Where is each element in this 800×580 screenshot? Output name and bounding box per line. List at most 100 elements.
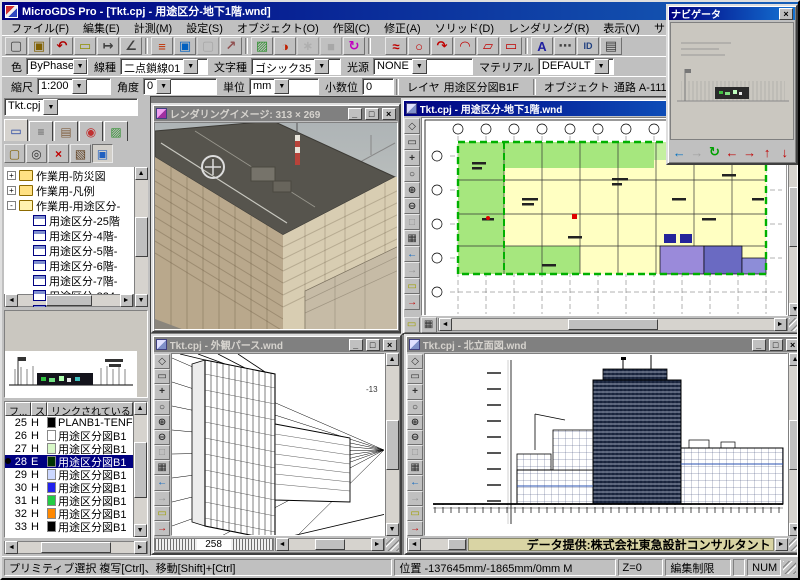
zoom-in-icon[interactable]: ⊕	[154, 415, 170, 430]
layer-row[interactable]: 33H用途区分図B1	[5, 520, 133, 533]
scale-combo[interactable]: 1:200 ▼	[37, 78, 111, 95]
unit-combo[interactable]: mm ▼	[249, 78, 319, 95]
view-refresh-icon[interactable]: →	[404, 294, 420, 310]
nav-up-icon[interactable]: ↑	[760, 144, 775, 160]
zoom-tool-icon[interactable]: ○	[407, 400, 423, 415]
chevron-down-icon[interactable]: ▼	[43, 99, 58, 115]
tree-item[interactable]: -作業用-用途区分-	[5, 198, 133, 213]
menu-item-設定(S)[interactable]: 設定(S)	[179, 20, 230, 36]
image-tool-icon[interactable]: ▨	[251, 37, 273, 55]
pan-tool-icon[interactable]: +	[407, 384, 423, 399]
perspective-window[interactable]: Tkt.cpj - 外観パース.wnd _ □ × ◇▭+○⊕⊖□▦←→▭→	[151, 334, 402, 555]
scroll-thumb[interactable]	[448, 539, 466, 550]
zoom-out-icon[interactable]: ⊖	[154, 430, 170, 445]
perspective-hscrollbar[interactable]: ◄ ►	[275, 538, 385, 551]
view-extents-icon[interactable]: ▭	[154, 369, 170, 384]
resize-grip[interactable]	[789, 318, 798, 331]
undo-icon[interactable]: ↶	[51, 37, 73, 55]
zoom-window-icon[interactable]: □	[404, 214, 420, 230]
pan-tool-icon[interactable]: +	[404, 150, 420, 166]
tab-styles[interactable]: ▤	[54, 121, 78, 141]
menu-item-修正(A)[interactable]: 修正(A)	[377, 20, 428, 36]
menu-item-作図(C)[interactable]: 作図(C)	[326, 20, 377, 36]
dash-tool-icon[interactable]: ⋯	[554, 37, 576, 55]
menu-item-表示(V)[interactable]: 表示(V)	[596, 20, 647, 36]
scroll-right-icon[interactable]: ►	[134, 541, 147, 554]
expand-toggle-icon[interactable]: +	[7, 171, 16, 180]
navigator-titlebar[interactable]: ナビゲータ ×	[669, 7, 795, 20]
elevation-canvas[interactable]	[424, 353, 788, 536]
scroll-left-icon[interactable]: ◄	[408, 538, 421, 551]
polyline-tool-icon[interactable]: ≈	[385, 37, 407, 55]
id-tool-icon[interactable]: ID	[577, 37, 599, 55]
new-document-icon[interactable]: ▢	[5, 37, 27, 55]
scroll-down-icon[interactable]: ▼	[386, 523, 399, 536]
tree-item[interactable]: 用途区分-6階-	[5, 258, 133, 273]
scroll-up-icon[interactable]: ▲	[789, 353, 798, 366]
table-hscrollbar[interactable]: ◄ ►	[4, 541, 148, 554]
light-combo[interactable]: NONE ▼	[373, 58, 473, 75]
elevation-hscrollbar[interactable]: ◄	[407, 538, 467, 551]
nav-right-icon[interactable]: →	[742, 144, 757, 160]
scroll-thumb[interactable]	[46, 295, 92, 306]
close-icon[interactable]: ×	[382, 108, 396, 120]
navigator-window[interactable]: ナビゲータ × ←→↻←→↑↓	[666, 4, 798, 165]
zoom-window-icon[interactable]: □	[154, 445, 170, 460]
zoom-tool-icon[interactable]: ○	[404, 166, 420, 182]
scroll-thumb[interactable]	[789, 420, 798, 470]
menu-item-ファイル(F)[interactable]: ファイル(F)	[4, 20, 76, 36]
menu-item-編集(E)[interactable]: 編集(E)	[76, 20, 127, 36]
color-combo[interactable]: ByPhase ▼	[26, 58, 88, 75]
scroll-down-icon[interactable]: ▼	[789, 303, 798, 316]
view-3d-icon[interactable]: ◇	[154, 354, 170, 369]
minimize-icon[interactable]: _	[348, 108, 362, 120]
menu-item-レンダリング(R)[interactable]: レンダリング(R)	[501, 20, 596, 36]
tree-item[interactable]: +作業用-凡例	[5, 183, 133, 198]
resize-grip[interactable]	[783, 561, 796, 574]
scroll-left-icon[interactable]: ◄	[5, 541, 18, 554]
view-forward-icon[interactable]: →	[154, 491, 170, 506]
move-object-icon[interactable]: ↗	[220, 37, 242, 55]
fill-tool-icon[interactable]: ■	[320, 37, 342, 55]
zoom-out-icon[interactable]: ⊖	[407, 430, 423, 445]
zoom-slider[interactable]: 258	[154, 538, 274, 551]
view-extents-icon[interactable]: ▭	[404, 134, 420, 150]
view-3d-icon[interactable]: ◇	[407, 354, 423, 369]
expand-toggle-icon[interactable]: -	[7, 201, 16, 210]
render-tool-icon[interactable]: ◑	[274, 37, 296, 55]
scroll-right-icon[interactable]: ►	[774, 318, 787, 331]
arc-tool-icon[interactable]: ◠	[454, 37, 476, 55]
pan-tool-icon[interactable]: +	[154, 384, 170, 399]
decimals-field[interactable]: 0	[362, 78, 394, 95]
tab-layers[interactable]: ≡	[29, 121, 53, 141]
linetype-combo[interactable]: 二点鎖線01 ▼	[120, 58, 208, 75]
expand-toggle-icon[interactable]: +	[7, 186, 16, 195]
scroll-down-icon[interactable]: ▼	[135, 294, 148, 307]
scroll-left-icon[interactable]: ◄	[439, 318, 452, 331]
zoom-in-icon[interactable]: ⊕	[404, 182, 420, 198]
phase-stack-icon[interactable]: ≡	[151, 37, 173, 55]
close-icon[interactable]: ×	[786, 339, 798, 351]
zoom-tool-icon[interactable]: ○	[154, 400, 170, 415]
resize-grip[interactable]	[789, 538, 798, 551]
tab-help[interactable]: ◉	[79, 121, 103, 141]
scroll-thumb[interactable]	[386, 420, 399, 470]
chevron-down-icon[interactable]: ▼	[73, 59, 87, 74]
delete-icon[interactable]: ×	[48, 144, 69, 163]
close-icon[interactable]: ×	[383, 339, 397, 351]
plan-hscrollbar[interactable]: ◄ ►	[438, 318, 788, 331]
view-forward-icon[interactable]: →	[407, 491, 423, 506]
tree-item[interactable]: +作業用-防災図	[5, 168, 133, 183]
chevron-down-icon[interactable]: ▼	[156, 79, 171, 94]
tree-vscrollbar[interactable]: ▲ ▼	[134, 167, 148, 307]
chevron-down-icon[interactable]: ▼	[314, 59, 329, 74]
table-vscrollbar[interactable]: ▲ ▼	[133, 402, 147, 537]
lasso-tool-icon[interactable]: ∗	[297, 37, 319, 55]
scroll-thumb[interactable]	[135, 217, 148, 257]
view-back-icon[interactable]: ←	[407, 475, 423, 490]
rotate-tool-icon[interactable]: ↻	[343, 37, 365, 55]
project-combo[interactable]: Tkt.cpj ▼	[4, 98, 138, 116]
grid-toggle-icon[interactable]: ▦	[404, 230, 420, 246]
scroll-thumb[interactable]	[568, 319, 658, 330]
maximize-icon[interactable]: □	[769, 339, 783, 351]
